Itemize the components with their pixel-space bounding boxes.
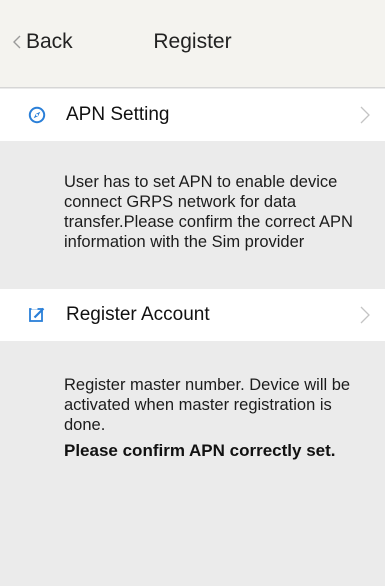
register-account-row[interactable]: Register Account [0,289,385,341]
chevron-right-icon [360,106,370,124]
chevron-left-icon [13,35,21,49]
nav-header: Back Register [0,0,385,88]
chevron-right-icon [360,306,370,324]
back-button[interactable]: Back [10,30,73,54]
register-account-label: Register Account [66,304,210,325]
apn-setting-label: APN Setting [66,104,170,125]
edit-icon [29,306,45,322]
apn-description: User has to set APN to enable device con… [64,173,353,251]
compass-icon [28,106,46,124]
back-label: Back [26,30,73,53]
apn-setting-row[interactable]: APN Setting [0,89,385,141]
register-description: Register master number. Device will be a… [64,376,351,434]
apn-confirm-note: Please confirm APN correctly set. [64,441,336,460]
